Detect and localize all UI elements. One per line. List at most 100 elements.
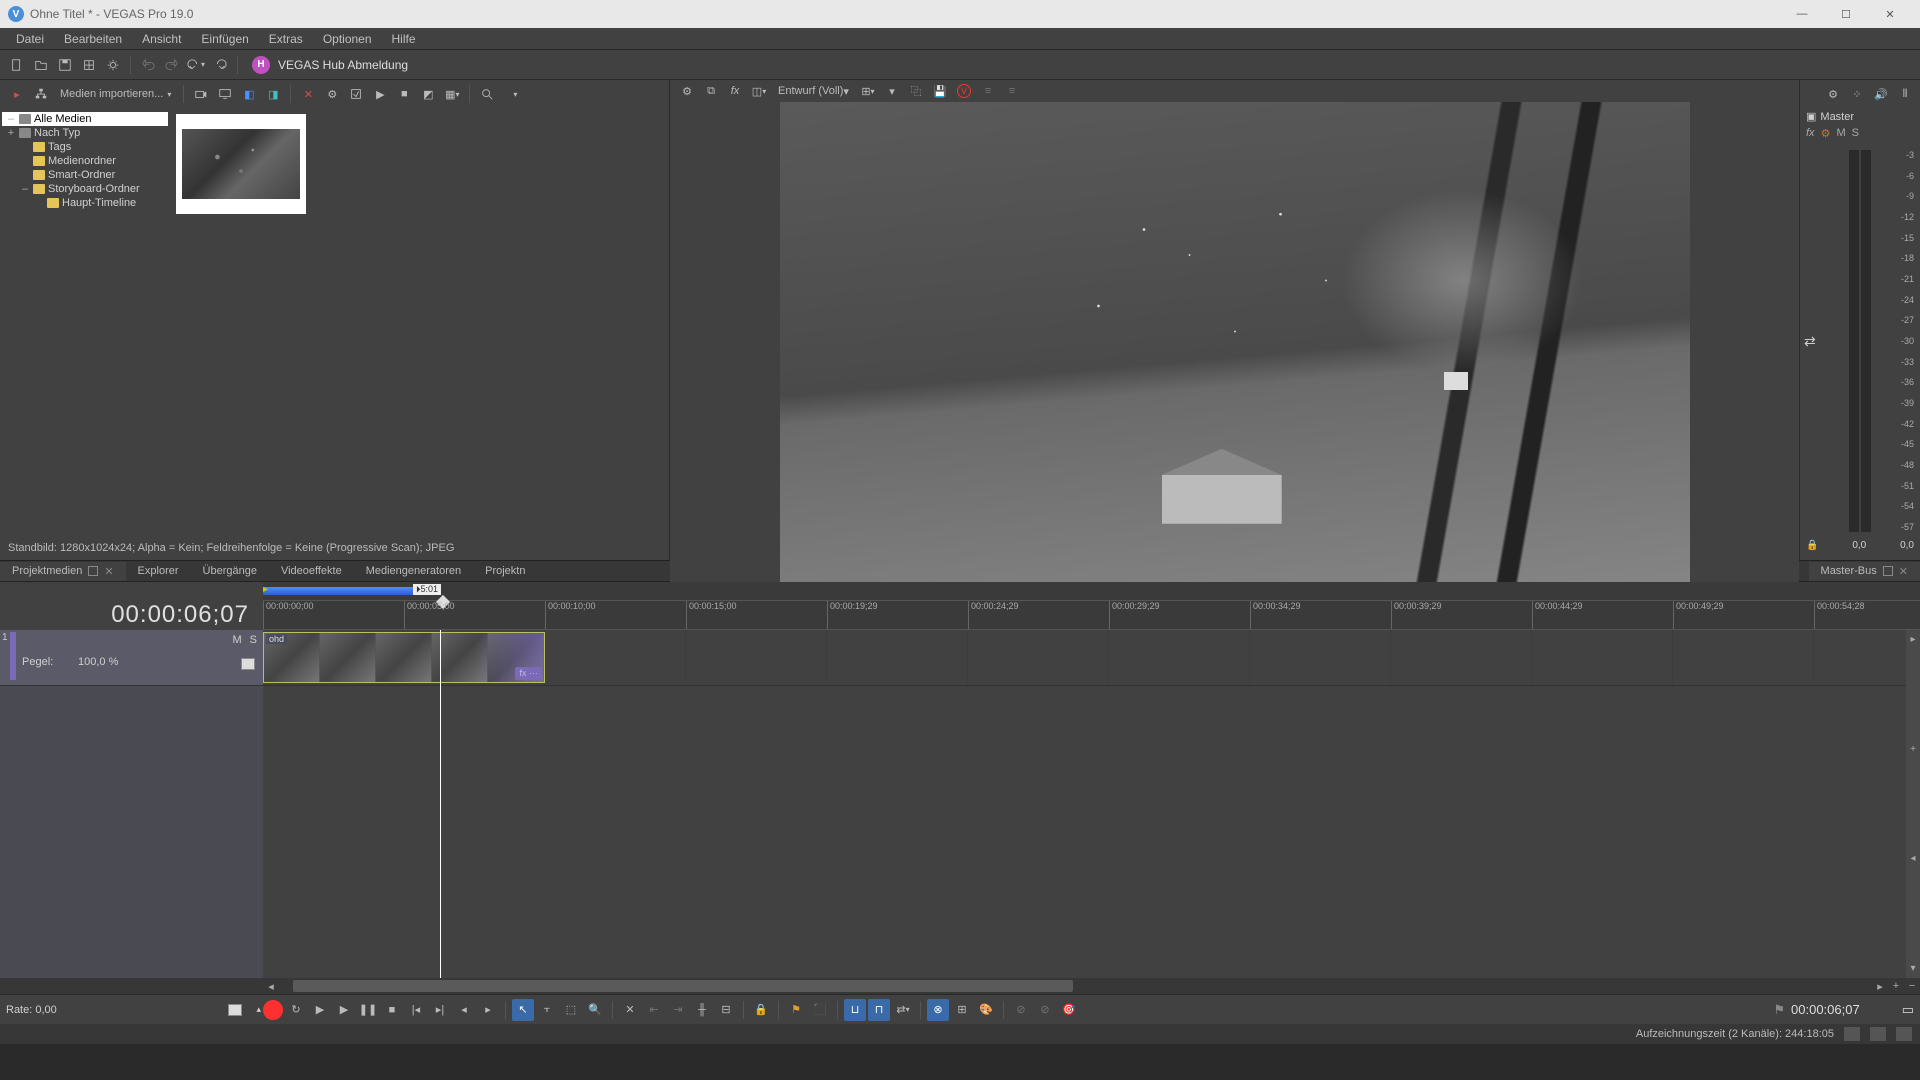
timeline-ruler[interactable]: ▸ 00:00:00;0000:00:05;0000:00:10;0000:00… — [263, 600, 1920, 630]
preview-save-icon[interactable]: 💾 — [929, 80, 951, 102]
tab-explorer[interactable]: Explorer — [126, 562, 191, 580]
zoom-in-icon[interactable]: + — [1888, 978, 1904, 994]
track-color-strip[interactable] — [10, 632, 16, 680]
save-icon[interactable] — [54, 54, 76, 76]
tree-node[interactable]: –Storyboard-Ordner — [2, 182, 168, 196]
master-mute-button[interactable]: M — [1836, 127, 1845, 140]
playhead-flag-icon[interactable]: ▸ — [263, 584, 268, 595]
snap-button[interactable]: ⊔ — [844, 999, 866, 1021]
redo-alt-icon[interactable] — [209, 54, 231, 76]
close-tab-icon[interactable]: ✕ — [1899, 565, 1908, 578]
status-btn-2[interactable] — [1870, 1027, 1886, 1041]
tab-videoeffekte[interactable]: Videoeffekte — [269, 562, 354, 580]
timeline-region-bar[interactable]: ⏵5:01 — [263, 582, 1920, 600]
autoripple-button[interactable]: ⇄▾ — [892, 999, 914, 1021]
autoedit-button[interactable]: ⊞ — [951, 999, 973, 1021]
go-start-button[interactable]: |◂ — [405, 999, 427, 1021]
lock-button[interactable]: 🔒 — [750, 999, 772, 1021]
scroll-thumb[interactable] — [293, 980, 1073, 992]
preview-outputfx-icon[interactable]: fx — [724, 80, 746, 102]
master-link-icon[interactable]: ⇄ — [1804, 333, 1816, 350]
region-button[interactable]: ⬛ — [809, 999, 831, 1021]
timeline-timecode[interactable]: 00:00:06;07 — [0, 601, 263, 629]
preview-copy-icon[interactable]: ⿻ — [905, 80, 927, 102]
media-get-blue-icon[interactable]: ◧ — [238, 83, 260, 105]
undo-dropdown-icon[interactable]: ▾ — [185, 54, 207, 76]
tab-master-bus[interactable]: Master-Bus✕ — [1809, 562, 1920, 581]
tab-projektmedien[interactable]: Projektmedien✕ — [0, 562, 126, 581]
play-button[interactable]: ▶ — [333, 999, 355, 1021]
status-btn-3[interactable] — [1896, 1027, 1912, 1041]
adjustment-button[interactable]: 🎯 — [1058, 999, 1080, 1021]
menu-ansicht[interactable]: Ansicht — [132, 29, 191, 49]
master-settings-icon[interactable]: ⚙ — [1822, 83, 1844, 105]
quantize-button[interactable]: ⊓ — [868, 999, 890, 1021]
tree-node[interactable]: Haupt-Timeline — [2, 196, 168, 210]
track-header-1[interactable]: 1 M S Pegel: 100,0 % — [0, 630, 263, 686]
properties-icon[interactable] — [102, 54, 124, 76]
timecode-mode-icon[interactable]: ▭ — [1902, 1002, 1914, 1018]
master-dim-icon[interactable]: ⁘ — [1846, 83, 1868, 105]
region-end-marker[interactable]: ⏵5:01 — [413, 584, 441, 595]
go-end-button[interactable]: ▸| — [429, 999, 451, 1021]
split-button[interactable]: ╫ — [691, 999, 713, 1021]
media-hierarchy-icon[interactable] — [30, 83, 52, 105]
pin-icon[interactable] — [88, 566, 98, 576]
preview-record-icon[interactable]: V — [953, 80, 975, 102]
marker-split-button[interactable]: ⊟ — [715, 999, 737, 1021]
video-clip[interactable]: ohd fx ⋯ — [263, 632, 545, 683]
media-remove-icon[interactable]: ✕ — [297, 83, 319, 105]
normal-tool-button[interactable]: ↖ — [512, 999, 534, 1021]
rate-slider[interactable] — [228, 1004, 242, 1016]
preview-menu2-icon[interactable]: ≡ — [1001, 80, 1023, 102]
render-icon[interactable] — [78, 54, 100, 76]
media-autopreview-icon[interactable]: ◩ — [417, 83, 439, 105]
preview-quality-button[interactable]: Entwurf (Voll)▾ — [772, 80, 855, 102]
media-capture-icon[interactable] — [190, 83, 212, 105]
preview-external-icon[interactable]: ⧉ — [700, 80, 722, 102]
tree-node[interactable]: Tags — [2, 140, 168, 154]
track-mute-button[interactable]: M — [232, 634, 241, 646]
playhead-line[interactable] — [440, 630, 441, 978]
media-view-icon[interactable]: ▦▾ — [441, 83, 463, 105]
media-screen-icon[interactable] — [214, 83, 236, 105]
loop-button[interactable]: ↻ — [285, 999, 307, 1021]
track-row-1[interactable]: ohd fx ⋯ — [263, 630, 1920, 686]
pause-button[interactable]: ❚❚ — [357, 999, 379, 1021]
master-sliders-icon[interactable]: ⫴ — [1894, 83, 1916, 105]
new-project-icon[interactable] — [6, 54, 28, 76]
preview-split-icon[interactable]: ◫▾ — [748, 80, 770, 102]
media-flag-icon[interactable]: ▸ — [6, 83, 28, 105]
preview-menu1-icon[interactable]: ≡ — [977, 80, 999, 102]
media-sort-icon[interactable]: ▾ — [500, 83, 530, 105]
marker-button[interactable]: ⚑ — [785, 999, 807, 1021]
track-area[interactable]: ohd fx ⋯ — [263, 630, 1920, 978]
media-properties-icon[interactable]: ⚙ — [321, 83, 343, 105]
record-button[interactable] — [263, 1000, 283, 1020]
timeline-scrollbar[interactable]: ◂ ▸ + − — [0, 978, 1920, 994]
next-frame-button[interactable]: ▸ — [477, 999, 499, 1021]
trim-end-button[interactable]: ⇥ — [667, 999, 689, 1021]
scroll-right-icon[interactable]: ▸ — [1872, 978, 1888, 994]
ignore-grouping-button[interactable]: ⊘ — [1010, 999, 1032, 1021]
envelope-tool-button[interactable]: ⫟ — [536, 999, 558, 1021]
master-lock-icon[interactable]: 🔒 — [1806, 540, 1818, 560]
preview-properties-icon[interactable]: ⚙ — [676, 80, 698, 102]
import-media-button[interactable]: Medien importieren... ▾ — [54, 83, 177, 105]
zoom-tool-button[interactable]: 🔍 — [584, 999, 606, 1021]
undo-icon[interactable] — [137, 54, 159, 76]
hub-label[interactable]: VEGAS Hub Abmeldung — [278, 58, 408, 72]
prev-frame-button[interactable]: ◂ — [453, 999, 475, 1021]
preview-viewport[interactable] — [670, 102, 1799, 612]
media-stop-icon[interactable]: ■ — [393, 83, 415, 105]
maximize-button[interactable]: ☐ — [1824, 0, 1868, 28]
menu-extras[interactable]: Extras — [259, 29, 313, 49]
ignore-grouping2-button[interactable]: ⊘ — [1034, 999, 1056, 1021]
rate-reset-icon[interactable]: ▴ — [256, 1004, 261, 1015]
scroll-left-icon[interactable]: ◂ — [263, 978, 279, 994]
clip-fade-handle[interactable] — [474, 633, 544, 682]
close-button[interactable]: ✕ — [1868, 0, 1912, 28]
media-play-icon[interactable]: ▶ — [369, 83, 391, 105]
media-search-icon[interactable] — [476, 83, 498, 105]
media-thumbnail[interactable] — [176, 114, 306, 214]
